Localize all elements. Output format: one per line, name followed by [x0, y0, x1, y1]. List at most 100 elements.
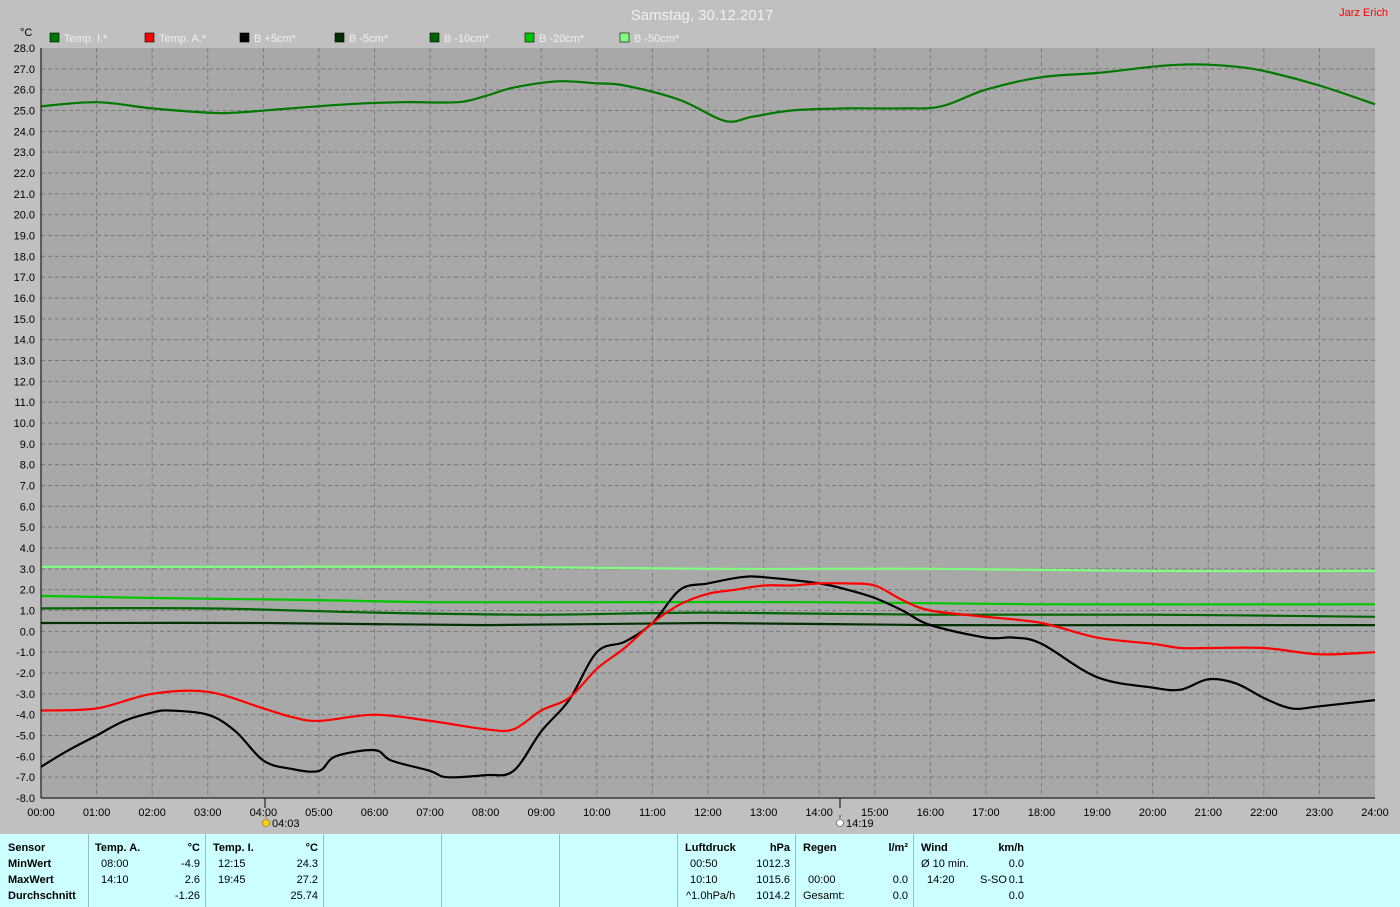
temp-i-min-time: 12:15 — [218, 858, 246, 870]
legend-label: B +5cm* — [254, 33, 297, 45]
row-label-min: MinWert — [8, 858, 52, 870]
rain-total-value: 0.0 — [892, 890, 908, 902]
legend-swatch — [49, 32, 60, 43]
x-tick-label: 24:00 — [1361, 807, 1389, 819]
x-tick-label: 22:00 — [1250, 807, 1278, 819]
wind-header: Wind — [921, 842, 948, 854]
row-label-avg: Durchschnitt — [8, 890, 76, 902]
sunset-time: 14:19 — [846, 818, 874, 830]
rain-max-time: 00:00 — [808, 874, 836, 886]
y-tick-label: -5.0 — [16, 731, 35, 743]
y-tick-label: 27.0 — [14, 64, 35, 76]
y-tick-label: 12.0 — [14, 376, 35, 388]
wind-third-value: 0.0 — [1008, 890, 1024, 902]
y-tick-label: 3.0 — [20, 564, 35, 576]
x-tick-label: 05:00 — [305, 807, 333, 819]
y-tick-label: -8.0 — [16, 793, 35, 805]
y-tick-label: -2.0 — [16, 668, 35, 680]
legend-swatch — [144, 32, 155, 43]
x-tick-label: 17:00 — [972, 807, 1000, 819]
x-tick-label: 13:00 — [750, 807, 778, 819]
legend-item-b-plus5: B +5cm* — [239, 32, 297, 45]
temp-i-max-time: 19:45 — [218, 874, 246, 886]
x-tick-label: 03:00 — [194, 807, 222, 819]
temperature-chart: 28.0 27.0 26.0 25.0 24.0 23.0 22.0 21.0 20.0 19.0… — [14, 7, 1389, 830]
pressure-unit: hPa — [769, 842, 790, 854]
legend-label: Temp. A.* — [159, 33, 207, 45]
y-tick-label: 7.0 — [20, 481, 35, 493]
wind-max-dir: S-SO — [980, 874, 1007, 886]
x-tick-label: 00:00 — [27, 807, 55, 819]
y-tick-label: -7.0 — [16, 772, 35, 784]
y-tick-label: 6.0 — [20, 501, 35, 513]
x-tick-label: 07:00 — [416, 807, 444, 819]
pressure-trend-value: 1014.2 — [756, 890, 790, 902]
rain-header: Regen — [803, 842, 837, 854]
y-tick-label: 20.0 — [14, 210, 35, 222]
y-tick-label: -4.0 — [16, 710, 35, 722]
y-tick-label: 14.0 — [14, 335, 35, 347]
x-tick-label: 23:00 — [1306, 807, 1334, 819]
temp-a-header: Temp. A. — [95, 842, 141, 854]
y-tick-label: 13.0 — [14, 356, 35, 368]
y-tick-label: -3.0 — [16, 689, 35, 701]
x-tick-label: 20:00 — [1139, 807, 1167, 819]
temp-i-min-value: 24.3 — [296, 858, 318, 870]
col-empty-2 — [441, 834, 560, 907]
legend-label: B -10cm* — [444, 33, 490, 45]
x-tick-label: 19:00 — [1083, 807, 1111, 819]
y-tick-label: 2.0 — [20, 585, 35, 597]
pressure-trend-label: ^1.0hPa/h — [686, 890, 736, 902]
row-label-max: MaxWert — [8, 874, 54, 886]
y-tick-label: 18.0 — [14, 251, 35, 263]
x-tick-label: 09:00 — [527, 807, 555, 819]
legend-label: B -50cm* — [634, 33, 680, 45]
col-temp-i: Temp. I. °C 12:15 24.3 19:45 27.2 25.74 — [205, 834, 324, 907]
y-tick-label: 26.0 — [14, 85, 35, 97]
temp-i-unit: °C — [305, 842, 318, 854]
legend-item-b-minus5: B -5cm* — [334, 32, 389, 45]
temp-i-max-value: 27.2 — [296, 874, 318, 886]
legend-item-b-minus10: B -10cm* — [429, 32, 490, 45]
x-tick-label: 11:00 — [639, 807, 666, 819]
y-tick-label: 17.0 — [14, 272, 35, 284]
col-empty-1 — [323, 834, 442, 907]
pressure-min-time: 00:50 — [690, 858, 718, 870]
chart-title: Samstag, 30.12.2017 — [631, 7, 774, 24]
y-tick-label: 28.0 — [14, 43, 35, 55]
col-rain: Regen l/m² 00:00 0.0 Gesamt: 0.0 — [795, 834, 914, 907]
col-pressure: Luftdruck hPa 00:50 1012.3 10:10 1015.6 … — [677, 834, 796, 907]
y-tick-label: 4.0 — [20, 543, 35, 555]
y-tick-label: 23.0 — [14, 147, 35, 159]
x-tick-label: 14:00 — [805, 807, 833, 819]
y-tick-label: 9.0 — [20, 439, 35, 451]
legend-item-b-minus20: B -20cm* — [524, 32, 585, 45]
pressure-min-value: 1012.3 — [756, 858, 790, 870]
temp-i-header: Temp. I. — [213, 842, 254, 854]
legend-label: B -20cm* — [539, 33, 585, 45]
x-tick-labels: 00:00 01:00 02:00 03:00 04:00 05:00 06:00 07:00… — [27, 807, 1389, 819]
y-tick-label: 25.0 — [14, 106, 35, 118]
stats-panel: Sensor MinWert MaxWert Durchschnitt Temp… — [0, 834, 1400, 907]
wind-avg-value: 0.0 — [1008, 858, 1024, 870]
wind-unit: km/h — [998, 842, 1024, 854]
legend-swatch — [429, 32, 440, 43]
pressure-max-time: 10:10 — [690, 874, 718, 886]
col-sensor: Sensor MinWert MaxWert Durchschnitt — [0, 834, 88, 907]
y-tick-label: 19.0 — [14, 231, 35, 243]
legend: Temp. I.* Temp. A.* B +5cm* B -5cm* B -10cm*… — [49, 32, 680, 45]
wind-max-value: 0.1 — [1008, 874, 1024, 886]
y-tick-label: 22.0 — [14, 168, 35, 180]
rain-unit: l/m² — [888, 842, 908, 854]
x-tick-label: 08:00 — [472, 807, 500, 819]
sensor-header: Sensor — [8, 842, 46, 854]
legend-swatch — [334, 32, 345, 43]
x-tick-label: 10:00 — [583, 807, 611, 819]
legend-swatch — [524, 32, 535, 43]
y-tick-label: -1.0 — [16, 647, 35, 659]
rain-total-label: Gesamt: — [803, 890, 845, 902]
y-tick-label: 16.0 — [14, 293, 35, 305]
y-axis-unit: °C — [20, 27, 32, 39]
col-empty-3 — [559, 834, 678, 907]
x-tick-label: 06:00 — [361, 807, 389, 819]
